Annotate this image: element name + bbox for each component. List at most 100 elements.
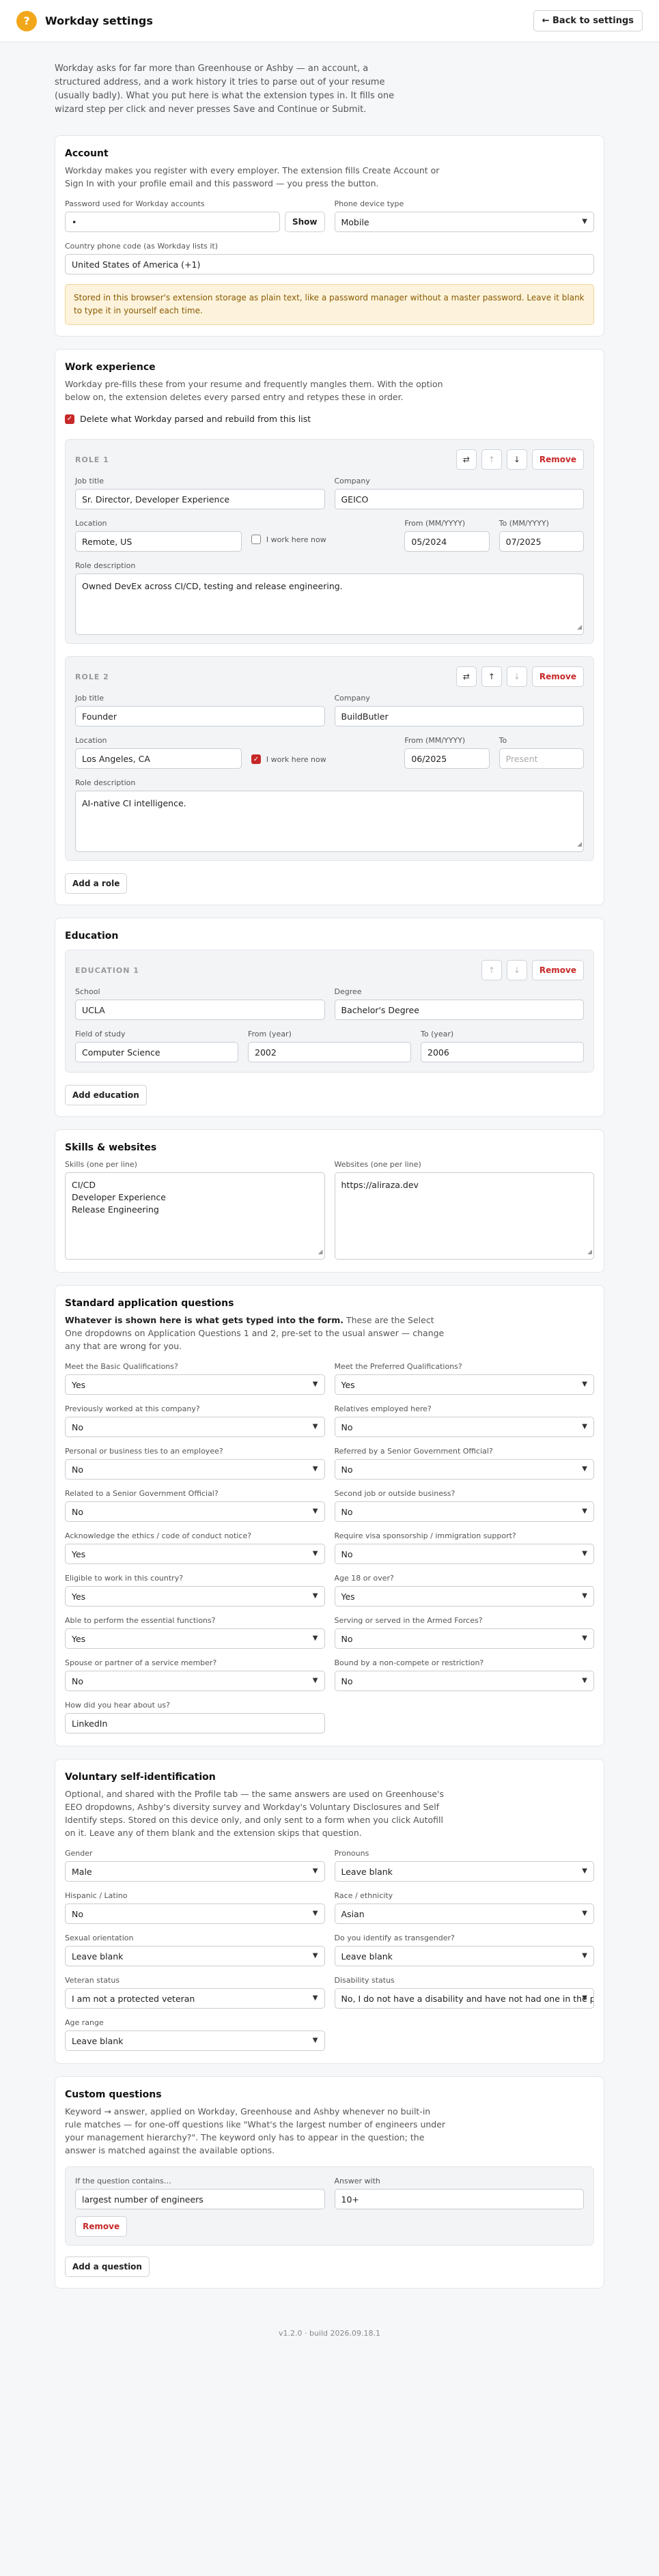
- current-job-checkbox[interactable]: ✓ I work here now: [251, 754, 326, 764]
- answer-select[interactable]: Leave blank ▼: [65, 1946, 325, 1966]
- show-password-button[interactable]: Show: [284, 212, 325, 232]
- role-heading: ROLE 1: [75, 455, 109, 464]
- skills-textarea[interactable]: CI/CD Developer Experience Release Engin…: [65, 1172, 325, 1260]
- resize-handle-icon[interactable]: ◢: [318, 1246, 323, 1258]
- company-input[interactable]: GEICO: [334, 489, 584, 509]
- role-description-textarea[interactable]: AI-native CI intelligence. ◢: [75, 791, 584, 852]
- company-label: Company: [334, 694, 370, 703]
- password-input[interactable]: •: [65, 212, 280, 232]
- answer-value: No: [341, 1421, 353, 1432]
- role-description-textarea[interactable]: Owned DevEx across CI/CD, testing and re…: [75, 574, 584, 635]
- answer-with-input[interactable]: 10+: [334, 2189, 584, 2209]
- answer-select[interactable]: No ▼: [65, 1903, 325, 1924]
- move-down-icon[interactable]: ↓: [506, 666, 527, 687]
- answer-select[interactable]: No ▼: [334, 1501, 594, 1522]
- answer-select[interactable]: Leave blank ▼: [334, 1861, 594, 1882]
- answer-value: No: [72, 1421, 83, 1432]
- add-role-button[interactable]: Add a role: [65, 873, 128, 894]
- add-question-button[interactable]: Add a question: [65, 2256, 150, 2277]
- location-input[interactable]: Remote, US: [75, 531, 242, 552]
- to-date-input[interactable]: 07/2025: [499, 531, 584, 552]
- answer-select[interactable]: Yes ▼: [65, 1628, 325, 1649]
- hear-about-input[interactable]: LinkedIn: [65, 1713, 325, 1733]
- websites-value: https://aliraza.dev: [341, 1180, 419, 1190]
- from-label: From (MM/YYYY): [404, 519, 466, 528]
- age-range-select[interactable]: Leave blank ▼: [65, 2030, 325, 2051]
- company-label: Company: [334, 477, 370, 485]
- move-down-icon[interactable]: ↓: [506, 960, 527, 980]
- answer-select[interactable]: No ▼: [334, 1417, 594, 1437]
- answer-select[interactable]: No ▼: [334, 1671, 594, 1691]
- resize-handle-icon[interactable]: ◢: [587, 1246, 592, 1258]
- answer-select[interactable]: Yes ▼: [334, 1374, 594, 1395]
- role-entry: ROLE 1 ⇄ ↑ ↓ Remove Job title Sr. Directo…: [65, 439, 594, 644]
- move-up-icon[interactable]: ↑: [481, 960, 502, 980]
- to-year-input[interactable]: 2006: [421, 1042, 584, 1062]
- to-year-label: To (year): [421, 1030, 454, 1038]
- hear-about-label: How did you hear about us?: [65, 1701, 170, 1710]
- job-title-input[interactable]: Sr. Director, Developer Experience: [75, 489, 325, 509]
- answer-select[interactable]: Yes ▼: [65, 1586, 325, 1607]
- answer-select[interactable]: No ▼: [65, 1671, 325, 1691]
- location-label: Location: [75, 519, 107, 528]
- resize-handle-icon[interactable]: ◢: [577, 621, 582, 634]
- answer-value: Yes: [341, 1591, 355, 1602]
- chevron-down-icon: ▼: [312, 1381, 318, 1388]
- remove-education-button[interactable]: Remove: [531, 960, 584, 980]
- country-code-input[interactable]: United States of America (+1): [65, 254, 594, 274]
- answer-value: Yes: [72, 1591, 86, 1602]
- location-input[interactable]: Los Angeles, CA: [75, 748, 242, 769]
- from-year-input[interactable]: 2002: [248, 1042, 411, 1062]
- answer-select[interactable]: No ▼: [334, 1628, 594, 1649]
- answer-select[interactable]: Asian ▼: [334, 1903, 594, 1924]
- answer-select[interactable]: No ▼: [334, 1544, 594, 1564]
- remove-role-button[interactable]: Remove: [531, 666, 584, 687]
- answer-select[interactable]: No, I do not have a disability and have …: [334, 1988, 594, 2009]
- role-entry: ROLE 2 ⇄ ↑ ↓ Remove Job title Founder Com…: [65, 656, 594, 861]
- current-job-label: I work here now: [266, 754, 326, 764]
- answer-select[interactable]: I am not a protected veteran ▼: [65, 1988, 325, 2009]
- back-to-settings-button[interactable]: ← Back to settings: [533, 10, 643, 31]
- answer-select[interactable]: Yes ▼: [65, 1374, 325, 1395]
- answer-value: Yes: [72, 1633, 86, 1644]
- websites-textarea[interactable]: https://aliraza.dev ◢: [334, 1172, 594, 1260]
- answer-select[interactable]: No ▼: [65, 1417, 325, 1437]
- to-date-input[interactable]: Present: [499, 748, 584, 769]
- move-up-icon[interactable]: ↑: [481, 449, 502, 470]
- question-contains-input[interactable]: largest number of engineers: [75, 2189, 325, 2209]
- answer-select[interactable]: Leave blank ▼: [334, 1946, 594, 1966]
- answer-select[interactable]: No ▼: [65, 1501, 325, 1522]
- move-up-icon[interactable]: ↑: [481, 666, 502, 687]
- answer-value: I am not a protected veteran: [72, 1993, 195, 2004]
- answer-select[interactable]: Yes ▼: [65, 1544, 325, 1564]
- remove-role-button[interactable]: Remove: [531, 449, 584, 470]
- answer-select[interactable]: No ▼: [334, 1459, 594, 1480]
- school-input[interactable]: UCLA: [75, 1000, 325, 1020]
- work-description: Workday pre-fills these from your resume…: [65, 379, 443, 402]
- answer-value: No: [72, 1506, 83, 1517]
- swap-icon[interactable]: ⇄: [455, 449, 477, 470]
- chevron-down-icon: ▼: [312, 1550, 318, 1557]
- move-down-icon[interactable]: ↓: [506, 449, 527, 470]
- company-input[interactable]: BuildButler: [334, 706, 584, 726]
- question-label: Gender: [65, 1849, 93, 1858]
- add-education-button[interactable]: Add education: [65, 1085, 147, 1105]
- delete-parsed-checkbox[interactable]: ✓ Delete what Workday parsed and rebuild…: [65, 414, 311, 424]
- current-job-checkbox[interactable]: I work here now: [251, 535, 326, 544]
- swap-icon[interactable]: ⇄: [455, 666, 477, 687]
- password-label: Password used for Workday accounts: [65, 199, 205, 208]
- job-title-input[interactable]: Founder: [75, 706, 325, 726]
- job-title-label: Job title: [75, 694, 104, 703]
- degree-input[interactable]: Bachelor's Degree: [334, 1000, 584, 1020]
- field-of-study-input[interactable]: Computer Science: [75, 1042, 238, 1062]
- answer-select[interactable]: Male ▼: [65, 1861, 325, 1882]
- remove-question-button[interactable]: Remove: [75, 2216, 128, 2237]
- answer-select[interactable]: No ▼: [65, 1459, 325, 1480]
- device-type-select[interactable]: Mobile ▼: [334, 212, 594, 232]
- answer-select[interactable]: Yes ▼: [334, 1586, 594, 1607]
- question-label: Age 18 or over?: [334, 1574, 394, 1583]
- from-date-input[interactable]: 05/2024: [404, 531, 490, 552]
- from-date-input[interactable]: 06/2025: [404, 748, 490, 769]
- role-description-value: AI-native CI intelligence.: [82, 798, 186, 808]
- resize-handle-icon[interactable]: ◢: [577, 838, 582, 851]
